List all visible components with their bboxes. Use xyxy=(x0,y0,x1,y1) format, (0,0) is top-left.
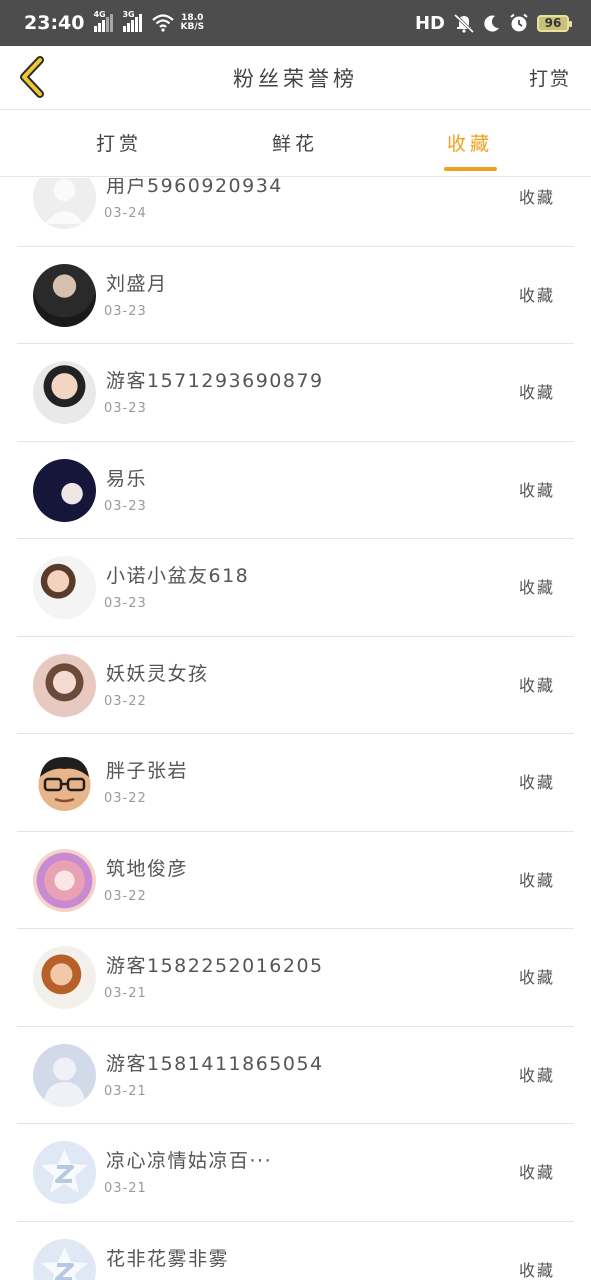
item-date: 03-24 xyxy=(104,206,147,221)
list-item[interactable]: 花非花雾非雾 收藏 xyxy=(0,1222,591,1280)
avatar xyxy=(33,361,96,424)
avatar xyxy=(33,946,96,1009)
item-date: 03-21 xyxy=(104,986,147,1001)
item-date: 03-23 xyxy=(104,596,147,611)
user-name: 花非花雾非雾 xyxy=(106,1247,230,1270)
item-date: 03-23 xyxy=(104,498,147,514)
avatar xyxy=(33,178,96,229)
user-name: 妖妖灵女孩 xyxy=(106,662,209,685)
mute-icon xyxy=(453,13,475,33)
item-action-label: 收藏 xyxy=(518,480,555,500)
item-action-label: 收藏 xyxy=(518,1260,555,1280)
item-action-label: 收藏 xyxy=(518,1163,555,1182)
z-logo-icon xyxy=(41,1246,88,1280)
item-date: 03-21 xyxy=(104,1083,147,1099)
alarm-icon xyxy=(510,13,528,32)
item-date: 03-22 xyxy=(104,693,147,709)
wifi-icon xyxy=(152,14,175,32)
active-tab-indicator xyxy=(444,167,497,171)
item-action-label: 收藏 xyxy=(518,870,555,890)
user-name: 筑地俊彦 xyxy=(106,857,189,880)
list-item[interactable]: 筑地俊彦 03-22 收藏 xyxy=(0,832,591,929)
item-date: 03-23 xyxy=(104,401,147,416)
list-item[interactable]: 游客1581411865054 03-21 收藏 xyxy=(0,1027,591,1124)
clock: 23:40 xyxy=(24,12,85,34)
tab-bar: 打赏 鲜花 收藏 xyxy=(0,111,591,177)
tab-favorites[interactable]: 收藏 xyxy=(447,129,493,156)
user-name: 小诺小盆友618 xyxy=(106,565,250,587)
avatar xyxy=(33,1141,96,1204)
tab-reward[interactable]: 打赏 xyxy=(96,129,142,156)
avatar xyxy=(33,1043,96,1107)
item-date: 03-21 xyxy=(104,1181,147,1196)
hd-indicator: HD xyxy=(414,12,445,34)
list-item[interactable]: 小诺小盆友618 03-23 收藏 xyxy=(0,539,591,637)
item-action-label: 收藏 xyxy=(518,675,555,695)
z-logo-icon xyxy=(41,1149,88,1193)
avatar xyxy=(33,263,96,327)
back-arrow-icon xyxy=(20,56,44,98)
user-name: 游客1571293690879 xyxy=(106,370,324,392)
status-bar: 23:40 4G 3G 18.0 KB/S HD 96 xyxy=(0,0,591,46)
item-action-label: 收藏 xyxy=(518,188,555,207)
moon-icon xyxy=(484,15,499,32)
list-item[interactable]: 凉心凉情姑凉百··· 03-21 收藏 xyxy=(0,1124,591,1222)
user-name: 游客1581411865054 xyxy=(106,1052,324,1075)
list-item[interactable]: 易乐 03-23 收藏 xyxy=(0,442,591,539)
avatar xyxy=(33,751,96,814)
user-name: 刘盛月 xyxy=(106,272,168,295)
list-item[interactable]: 胖子张岩 03-22 收藏 xyxy=(0,734,591,832)
item-action-label: 收藏 xyxy=(518,1065,555,1085)
list-item[interactable]: 妖妖灵女孩 03-22 收藏 xyxy=(0,637,591,734)
list-item[interactable]: 用户5960920934 03-24 收藏 xyxy=(0,178,591,247)
list-item[interactable]: 刘盛月 03-23 收藏 xyxy=(0,247,591,344)
signal-icon: 4G xyxy=(93,10,114,32)
nav-bar: 粉丝荣誉榜 打赏 xyxy=(0,46,591,110)
back-button[interactable] xyxy=(14,54,50,100)
user-name: 易乐 xyxy=(106,467,148,490)
item-action-label: 收藏 xyxy=(518,578,555,597)
signal-icon-2: 3G xyxy=(122,10,143,32)
user-name: 用户5960920934 xyxy=(106,178,283,197)
battery-icon: 96 xyxy=(537,14,572,32)
item-action-label: 收藏 xyxy=(518,773,555,792)
item-date: 03-23 xyxy=(104,303,147,319)
page-title: 粉丝荣誉榜 xyxy=(233,66,358,91)
network-speed: 18.0 KB/S xyxy=(180,13,205,32)
user-name: 胖子张岩 xyxy=(106,760,189,782)
item-date: 03-22 xyxy=(104,888,147,904)
item-action-label: 收藏 xyxy=(518,383,555,402)
avatar xyxy=(33,458,96,522)
fan-list[interactable]: 用户5960920934 03-24 收藏 刘盛月 03-23 收藏 游客157… xyxy=(0,178,591,1280)
avatar xyxy=(33,556,96,619)
item-date: 03-22 xyxy=(104,791,147,806)
user-name: 凉心凉情姑凉百··· xyxy=(106,1150,273,1172)
list-item[interactable]: 游客1582252016205 03-21 收藏 xyxy=(0,929,591,1027)
user-name: 游客1582252016205 xyxy=(106,955,324,977)
avatar xyxy=(33,848,96,912)
avatar xyxy=(33,653,96,717)
list-item[interactable]: 游客1571293690879 03-23 收藏 xyxy=(0,344,591,442)
reward-button[interactable]: 打赏 xyxy=(529,64,571,91)
avatar xyxy=(33,1238,96,1280)
item-action-label: 收藏 xyxy=(518,968,555,987)
item-action-label: 收藏 xyxy=(518,285,555,305)
tab-flowers[interactable]: 鲜花 xyxy=(272,129,318,156)
